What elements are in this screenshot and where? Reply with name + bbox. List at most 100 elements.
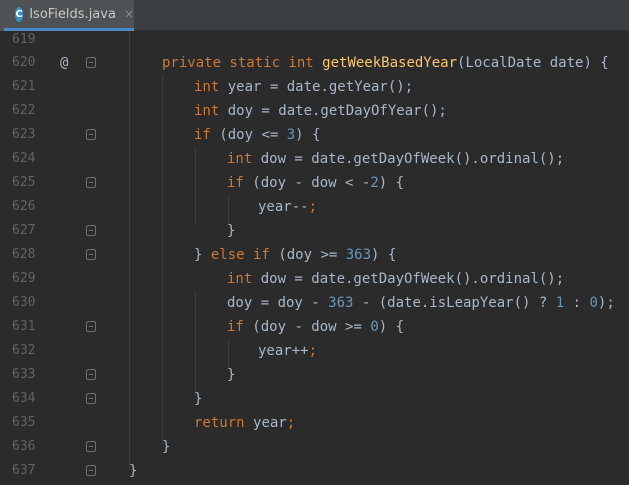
keyword: int [194, 79, 228, 95]
code-token: ) { [371, 247, 397, 263]
code-text: } [129, 459, 137, 483]
line-number: 622 [12, 103, 36, 118]
code-line[interactable]: 633 } [0, 363, 629, 387]
editor-tab-bar: C IsoFields.java × [0, 0, 629, 31]
keyword: int [194, 103, 228, 119]
code-token: (doy <= [219, 127, 287, 143]
number-literal: 363 [345, 247, 372, 263]
code-line[interactable]: 623 if (doy <= 3) { [0, 123, 629, 147]
line-number: 636 [12, 439, 36, 454]
code-token: ) { [378, 319, 405, 335]
code-text: int dow = date.getDayOfWeek().ordinal(); [227, 267, 564, 291]
line-number: 632 [12, 343, 36, 358]
fold-toggle-icon[interactable] [86, 441, 96, 452]
line-number: 628 [12, 247, 36, 262]
code-text: doy = doy - 363 - (date.isLeapYear() ? 1… [227, 291, 615, 315]
code-line[interactable]: 621 int year = date.getYear(); [0, 75, 629, 99]
code-line[interactable]: 636 } [0, 435, 629, 459]
line-number: 623 [12, 127, 36, 142]
code-token: } [129, 463, 138, 479]
code-line[interactable]: 634 } [0, 387, 629, 411]
line-number: 634 [12, 391, 36, 406]
code-text: } [162, 435, 170, 459]
code-text: int year = date.getYear(); [194, 75, 413, 99]
code-text: if (doy <= 3) { [194, 123, 320, 147]
code-line[interactable]: 622 int doy = date.getDayOfYear(); [0, 99, 629, 123]
fold-toggle-icon[interactable] [86, 465, 96, 476]
code-text: } [194, 387, 202, 411]
semicolon: ; [308, 343, 318, 359]
line-number: 633 [12, 367, 36, 382]
keyword: else if [210, 247, 279, 263]
code-line[interactable]: 626 year--; [0, 195, 629, 219]
line-number: 627 [12, 223, 36, 238]
fold-toggle-icon[interactable] [86, 321, 96, 332]
code-token: ) { [295, 127, 321, 143]
code-token: } [194, 391, 203, 407]
number-literal: 363 [328, 295, 362, 311]
code-token: - (date.isLeapYear() ? [361, 295, 556, 311]
semicolon: ; [308, 199, 318, 215]
number-literal: 0 [370, 319, 379, 335]
tab-isofields-java[interactable]: C IsoFields.java × [4, 0, 134, 31]
code-line[interactable]: 625 if (doy - dow < -2) { [0, 171, 629, 195]
code-token: } [194, 247, 211, 263]
fold-toggle-icon[interactable] [86, 225, 96, 236]
number-literal: 2 [370, 175, 379, 191]
close-tab-icon[interactable]: × [124, 7, 134, 21]
code-token: (doy - dow >= [252, 319, 371, 335]
line-number: 629 [12, 271, 36, 286]
line-number: 624 [12, 151, 36, 166]
semicolon: ; [286, 415, 296, 431]
number-literal: 3 [286, 127, 296, 143]
code-token: } [162, 439, 171, 455]
code-token: (doy >= [278, 247, 346, 263]
line-number: 637 [12, 463, 36, 478]
code-line[interactable]: 624 int dow = date.getDayOfWeek().ordina… [0, 147, 629, 171]
line-number: 630 [12, 295, 36, 310]
code-text: } [227, 363, 235, 387]
code-token: } [227, 367, 236, 383]
code-token: dow = date.getDayOfWeek().ordinal(); [260, 151, 565, 167]
line-number: 620 [12, 55, 36, 70]
code-line[interactable]: 635 return year; [0, 411, 629, 435]
fold-toggle-icon[interactable] [86, 393, 96, 404]
fold-toggle-icon[interactable] [86, 249, 96, 260]
code-token: year = date.getYear(); [227, 79, 414, 95]
keyword: if [227, 319, 253, 335]
fold-toggle-icon[interactable] [86, 369, 96, 380]
code-token: doy = doy - [227, 295, 329, 311]
code-token: dow = date.getDayOfWeek().ordinal(); [260, 271, 565, 287]
fold-toggle-icon[interactable] [86, 177, 96, 188]
code-text: if (doy - dow >= 0) { [227, 315, 404, 339]
keyword: private static int [162, 55, 323, 71]
fold-toggle-icon[interactable] [86, 57, 96, 68]
code-text: year--; [258, 195, 317, 219]
code-line[interactable]: 637 } [0, 459, 629, 483]
code-text: int dow = date.getDayOfWeek().ordinal(); [227, 147, 564, 171]
code-editor[interactable]: 619 620 @ private static int getWeekBase… [0, 31, 629, 485]
line-number: 619 [12, 32, 36, 47]
code-token: year++ [258, 343, 309, 359]
line-number: 625 [12, 175, 36, 190]
override-marker-icon[interactable]: @ [60, 51, 68, 75]
code-token: (doy - dow < - [252, 175, 371, 191]
code-text: } else if (doy >= 363) { [194, 243, 396, 267]
code-token: (LocalDate date) { [457, 55, 609, 71]
code-line[interactable]: 630 doy = doy - 363 - (date.isLeapYear()… [0, 291, 629, 315]
code-line[interactable]: 627 } [0, 219, 629, 243]
number-literal: 0 [589, 295, 598, 311]
code-text: } [227, 219, 235, 243]
code-token: : [572, 295, 590, 311]
fold-toggle-icon[interactable] [86, 129, 96, 140]
keyword: if [194, 127, 220, 143]
code-line[interactable]: 619 [0, 28, 629, 52]
code-line[interactable]: 631 if (doy - dow >= 0) { [0, 315, 629, 339]
code-line[interactable]: 628 } else if (doy >= 363) { [0, 243, 629, 267]
code-line[interactable]: 629 int dow = date.getDayOfWeek().ordina… [0, 267, 629, 291]
code-line[interactable]: 632 year++; [0, 339, 629, 363]
line-number: 631 [12, 319, 36, 334]
code-token: doy = date.getDayOfYear(); [227, 103, 447, 119]
number-literal: 1 [555, 295, 573, 311]
code-line[interactable]: 620 @ private static int getWeekBasedYea… [0, 51, 629, 75]
